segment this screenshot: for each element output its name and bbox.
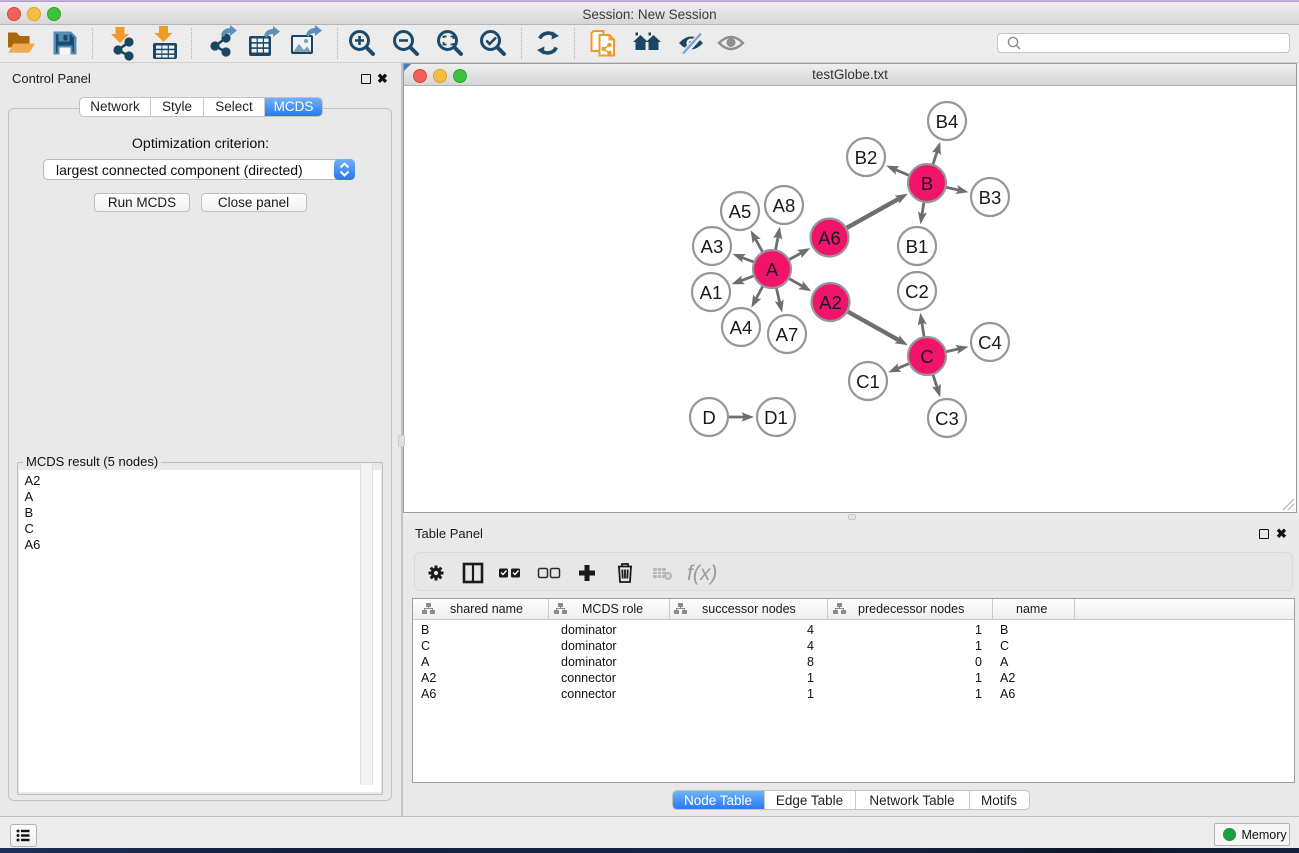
svg-text:A7: A7 (776, 324, 799, 345)
svg-text:B4: B4 (936, 111, 959, 132)
svg-text:D1: D1 (764, 407, 788, 428)
svg-text:B: B (921, 173, 933, 194)
svg-text:B2: B2 (855, 147, 878, 168)
svg-text:C3: C3 (935, 408, 959, 429)
svg-text:A: A (766, 259, 779, 280)
svg-text:C2: C2 (905, 281, 929, 302)
svg-text:A6: A6 (818, 228, 841, 249)
svg-text:A4: A4 (730, 317, 753, 338)
svg-text:A1: A1 (700, 282, 723, 303)
svg-text:C: C (920, 346, 933, 367)
svg-text:C4: C4 (978, 332, 1002, 353)
svg-text:B1: B1 (906, 236, 929, 257)
svg-text:A8: A8 (773, 195, 796, 216)
svg-text:f(x): f(x) (687, 562, 717, 585)
svg-text:C1: C1 (856, 371, 880, 392)
svg-text:A5: A5 (729, 201, 752, 222)
svg-text:A3: A3 (701, 236, 724, 257)
svg-text:B3: B3 (979, 187, 1002, 208)
svg-text:D: D (702, 407, 715, 428)
svg-text:A2: A2 (819, 292, 842, 313)
